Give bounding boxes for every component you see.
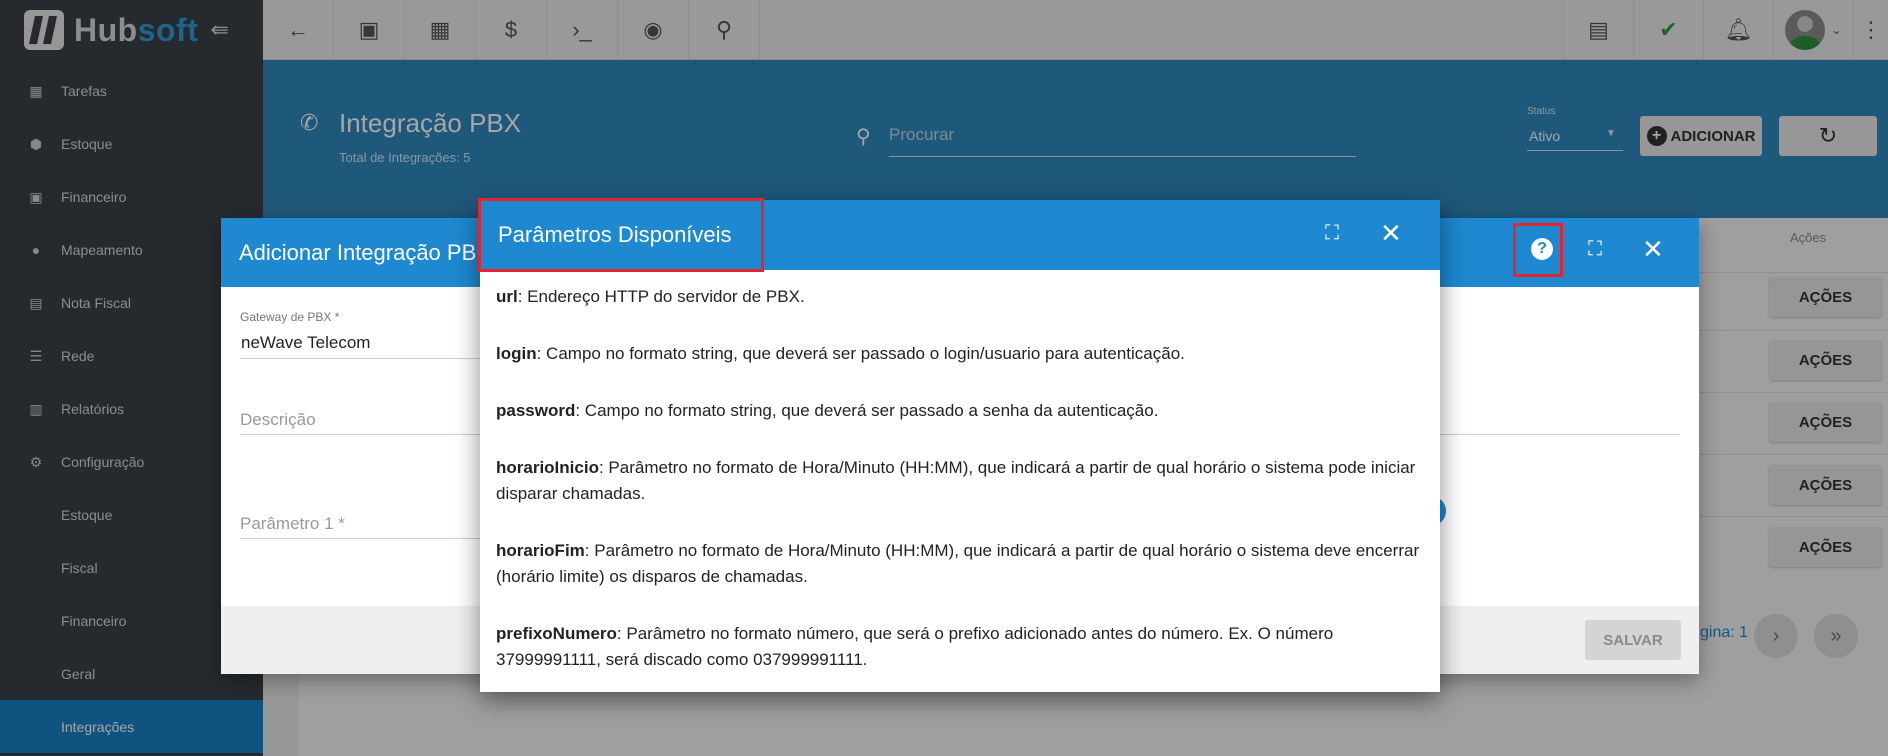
close-icon[interactable]: ✕ xyxy=(1380,218,1402,249)
param-item: password: Campo no formato string, que d… xyxy=(496,401,1159,420)
highlight-box xyxy=(478,198,764,272)
dialog-title: Adicionar Integração PB xyxy=(239,240,477,265)
param-item: login: Campo no formato string, que deve… xyxy=(496,344,1185,363)
maximize-icon[interactable]: ⛶ xyxy=(1325,222,1339,245)
maximize-icon[interactable]: ⛶ xyxy=(1588,238,1602,261)
param1-underline xyxy=(240,538,490,539)
gateway-select[interactable]: neWave Telecom xyxy=(241,333,370,353)
param-item: horarioInicio: Parâmetro no formato de H… xyxy=(496,458,1416,503)
param-item: url: Endereço HTTP do servidor de PBX. xyxy=(496,287,805,306)
params-list: url: Endereço HTTP do servidor de PBX. l… xyxy=(496,284,1426,704)
save-button[interactable]: SALVAR xyxy=(1585,620,1681,660)
params-dialog: Parâmetros Disponíveis ⛶ ✕ url: Endereço… xyxy=(478,198,1440,692)
param-item: horarioFim: Parâmetro no formato de Hora… xyxy=(496,541,1420,586)
gateway-underline xyxy=(240,358,490,359)
description-field[interactable]: Descrição xyxy=(240,410,316,430)
param-item: prefixoNumero: Parâmetro no formato núme… xyxy=(496,624,1334,669)
highlight-box xyxy=(1513,223,1563,277)
gateway-label: Gateway de PBX * xyxy=(240,310,340,324)
close-icon[interactable]: ✕ xyxy=(1642,234,1664,265)
param1-field[interactable]: Parâmetro 1 * xyxy=(240,514,345,534)
